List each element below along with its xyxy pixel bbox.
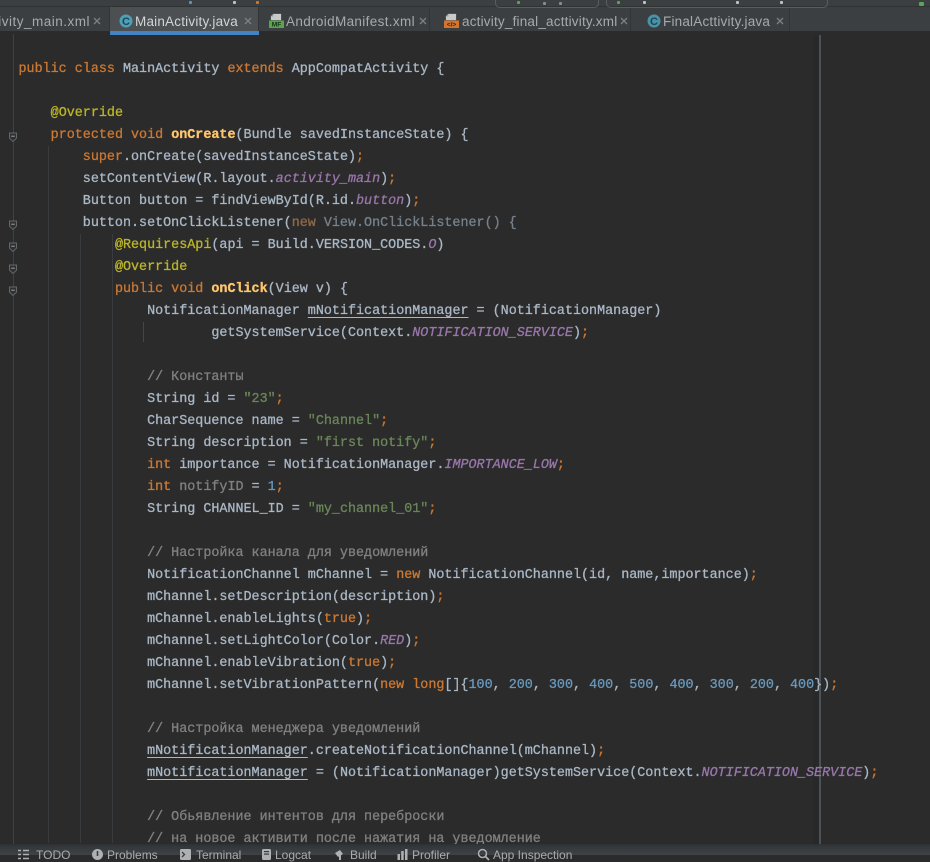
- svg-text:C: C: [122, 16, 130, 28]
- svg-text:C: C: [650, 16, 658, 28]
- svg-text:MF: MF: [272, 22, 282, 29]
- svg-text:</>: </>: [447, 22, 457, 29]
